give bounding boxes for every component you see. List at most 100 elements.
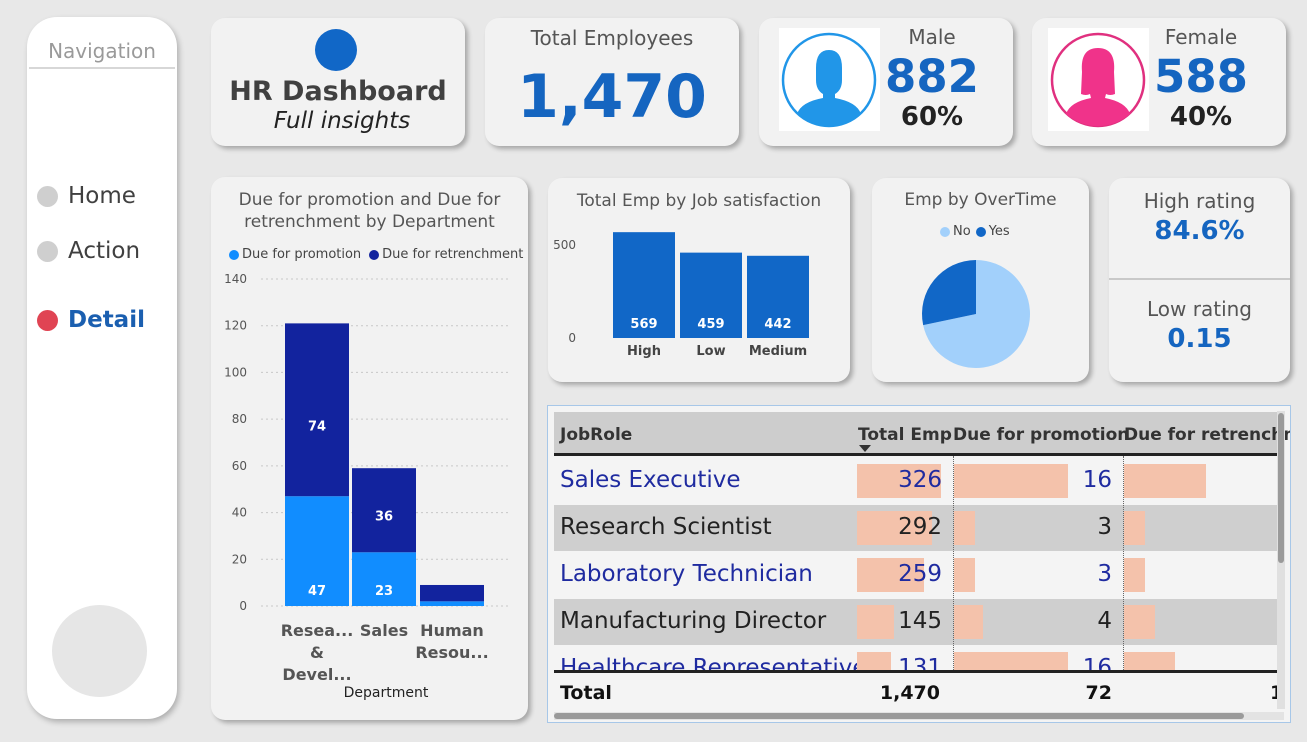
horizontal-scrollbar-thumb[interactable] <box>554 713 1244 719</box>
overtime-card: Emp by OverTime No Yes <box>872 178 1089 382</box>
due-retrenchment-bar <box>1124 605 1155 639</box>
nav-circle-button[interactable] <box>52 605 147 697</box>
total-label: Total <box>560 682 612 704</box>
cell-total-emp: 259 <box>898 561 942 587</box>
y-tick-label: 60 <box>232 459 247 473</box>
nav-item-detail[interactable]: Detail <box>37 307 145 333</box>
bar-data-label: 442 <box>764 317 791 332</box>
x-category-label: Sales <box>360 621 408 640</box>
column-separator <box>1123 456 1124 676</box>
y-tick-label: 0 <box>239 599 247 613</box>
header-due-promotion[interactable]: Due for promotion <box>953 425 1129 445</box>
dept-chart-xlabel: Department <box>343 685 429 701</box>
cell-due-promotion: 4 <box>1097 608 1112 634</box>
horizontal-scrollbar-track[interactable] <box>554 712 1284 720</box>
x-category-label: Human <box>420 621 484 640</box>
bar-retrenchment[interactable] <box>285 323 349 497</box>
cell-total-emp: 145 <box>898 608 942 634</box>
page-subtitle: Full insights <box>273 108 411 134</box>
page-title: HR Dashboard <box>229 76 447 107</box>
table-total-row: Total 1,470 72 1 <box>554 670 1283 714</box>
total-emp-value: 1,470 <box>879 682 940 704</box>
y-tick-label: 40 <box>232 506 247 520</box>
x-category-label: Devel... <box>282 665 351 684</box>
table-row[interactable]: Laboratory Technician 259 3 <box>554 552 1280 598</box>
due-retrenchment-bar <box>1124 558 1145 592</box>
header-card: HR Dashboard Full insights <box>211 18 465 146</box>
bar-retrenchment[interactable] <box>420 584 484 602</box>
header-due-retrenchment[interactable]: Due for retrenchm <box>1124 425 1290 445</box>
sort-desc-icon[interactable] <box>859 445 871 452</box>
logo-dot-icon <box>315 29 357 71</box>
low-rating-label: Low rating <box>1147 297 1252 321</box>
x-category-label: Resea... <box>281 621 354 640</box>
jobrole-table: JobRole Total Emp Due for promotion Due … <box>547 405 1291 723</box>
department-chart-card: Due for promotion and Due for retrenchme… <box>211 177 528 720</box>
x-category-label: Low <box>696 344 725 359</box>
male-label: Male <box>908 25 956 49</box>
header-jobrole[interactable]: JobRole <box>560 425 632 445</box>
y-tick-label: 80 <box>232 412 247 426</box>
cell-jobrole: Manufacturing Director <box>560 608 827 634</box>
female-percent: 40% <box>1169 102 1233 132</box>
x-category-label: Resou... <box>415 643 488 662</box>
nav-item-label: Home <box>68 183 136 209</box>
total-employees-label: Total Employees <box>530 26 694 50</box>
female-label: Female <box>1164 25 1238 49</box>
y-tick-label: 120 <box>224 319 247 333</box>
job-satisfaction-card: Total Emp by Job satisfaction 500 0 569 Hig… <box>548 178 850 382</box>
cell-jobrole: Research Scientist <box>560 514 772 540</box>
navigation-divider <box>29 67 175 69</box>
table-row[interactable]: Research Scientist 292 3 <box>554 505 1280 551</box>
cell-total-emp: 326 <box>898 467 942 493</box>
due-promotion-bar <box>954 558 975 592</box>
due-promotion-bar <box>954 605 983 639</box>
y-tick-label: 20 <box>232 552 247 566</box>
bar-data-label: 36 <box>375 509 393 524</box>
bar-data-label: 569 <box>630 317 657 332</box>
pie-slice-yes[interactable] <box>922 260 976 326</box>
navigation-title: Navigation <box>48 39 156 63</box>
rating-divider <box>1109 278 1290 280</box>
male-person-icon <box>781 32 877 128</box>
high-rating-value: 84.6% <box>1154 216 1245 246</box>
cell-total-emp: 292 <box>898 514 942 540</box>
cell-due-promotion: 3 <box>1097 514 1112 540</box>
cell-jobrole: Sales Executive <box>560 467 741 493</box>
bar-data-label: 74 <box>308 420 326 435</box>
female-avatar <box>1048 28 1149 131</box>
y-tick-label: 140 <box>224 272 247 286</box>
cell-due-promotion: 3 <box>1097 561 1112 587</box>
navigation-panel: Navigation Home Action Detail <box>27 17 177 719</box>
due-retrenchment-bar <box>1124 511 1145 545</box>
header-total-emp[interactable]: Total Emp <box>858 425 952 445</box>
y-tick-label: 500 <box>553 238 576 252</box>
cell-jobrole: Laboratory Technician <box>560 561 813 587</box>
total-promotion-value: 72 <box>1085 682 1112 704</box>
total-employees-value: 1,470 <box>517 62 707 132</box>
y-tick-label: 0 <box>568 331 576 345</box>
male-card: Male 882 60% <box>759 18 1013 146</box>
low-rating-value: 0.15 <box>1167 324 1232 354</box>
male-avatar <box>779 28 880 131</box>
nav-item-label: Action <box>68 238 141 264</box>
due-promotion-bar <box>954 511 975 545</box>
department-chart: 140 120 100 80 60 40 20 0 47 74 Resea... & Devel... 2… <box>224 272 511 684</box>
nav-item-home[interactable]: Home <box>37 183 136 209</box>
vertical-scrollbar-track[interactable] <box>1277 411 1285 709</box>
female-card: Female 588 40% <box>1032 18 1286 146</box>
detail-dot-icon <box>37 309 58 331</box>
bar-data-label: 23 <box>375 584 393 599</box>
y-tick-label: 100 <box>224 365 247 379</box>
nav-item-label: Detail <box>68 307 145 333</box>
nav-item-action[interactable]: Action <box>37 238 140 264</box>
action-dot-icon <box>37 240 58 262</box>
bar-data-label: 47 <box>308 584 326 599</box>
vertical-scrollbar-thumb[interactable] <box>1278 413 1284 563</box>
overtime-pie-chart <box>922 260 1030 368</box>
table-row[interactable]: Manufacturing Director 145 4 <box>554 599 1280 645</box>
bar-promotion[interactable] <box>420 601 484 606</box>
table-row[interactable]: Sales Executive 326 16 <box>554 458 1280 504</box>
male-count: 882 <box>885 50 979 103</box>
bar-data-label: 459 <box>697 317 724 332</box>
